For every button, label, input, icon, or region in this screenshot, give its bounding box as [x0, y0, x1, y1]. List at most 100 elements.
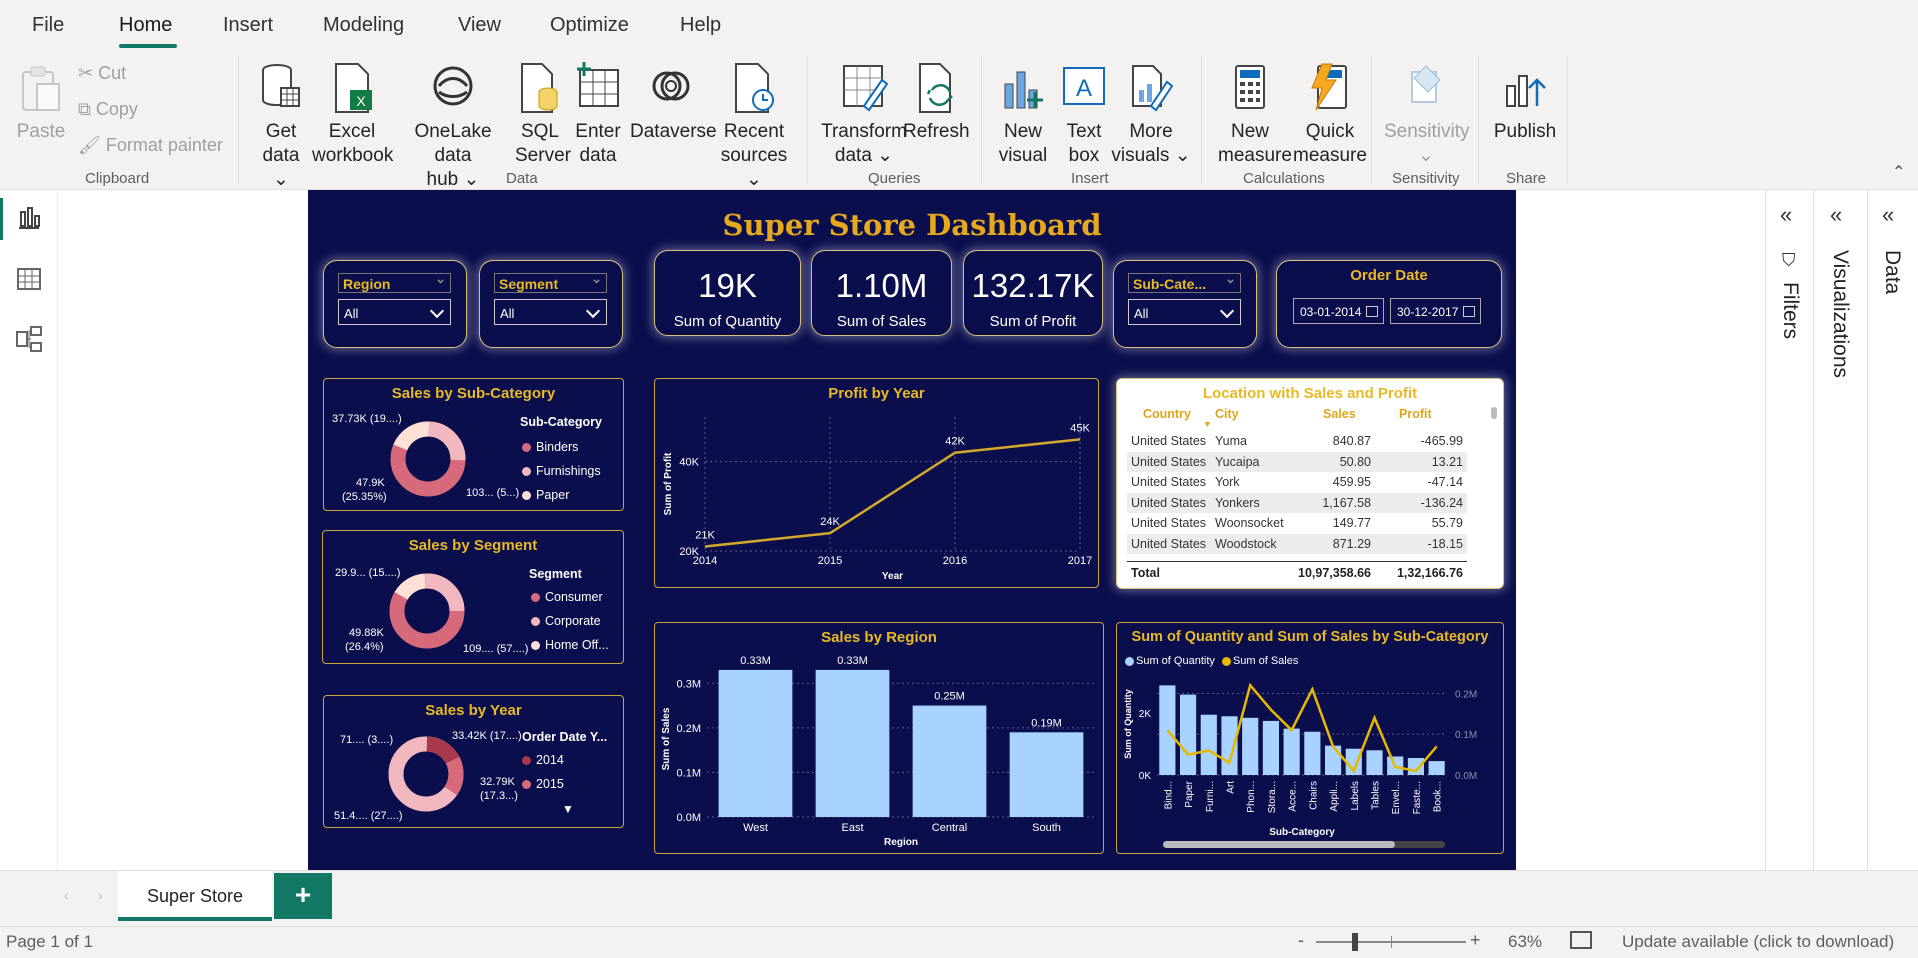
- zoom-in-button[interactable]: +: [1470, 930, 1481, 951]
- quick-measure-button[interactable]: Quick measure: [1285, 62, 1375, 168]
- legend-item[interactable]: Binders: [522, 435, 601, 459]
- paste-button[interactable]: Paste: [16, 64, 66, 144]
- legend-item[interactable]: Consumer: [531, 585, 609, 609]
- data-label: 0.19M: [1031, 717, 1062, 729]
- new-visual-button[interactable]: New visual: [992, 62, 1054, 168]
- onelake-data-hub-button[interactable]: OneLake data hub ⌄: [395, 62, 511, 192]
- excel-workbook-button[interactable]: X Excel workbook: [312, 62, 393, 168]
- column-header-profit[interactable]: Profit: [1399, 407, 1432, 421]
- zoom-out-button[interactable]: -: [1298, 930, 1304, 951]
- quantity-bar: [1304, 731, 1321, 775]
- report-view-button[interactable]: [0, 198, 44, 240]
- column-header-city[interactable]: City: [1215, 407, 1239, 421]
- table-cell: 840.87: [1332, 434, 1371, 448]
- data-pane-collapsed[interactable]: « Data: [1867, 190, 1918, 870]
- donut-data-label: (25.35%): [342, 491, 387, 503]
- profit-by-year-line-chart[interactable]: Profit by Year 20K 40K 2014 2015 2016 2017 21K…: [654, 378, 1099, 588]
- total-sales: 10,97,358.66: [1298, 566, 1371, 580]
- table-row[interactable]: United States Woodland 243.72 25.80: [1127, 554, 1467, 557]
- get-data-button[interactable]: Get data ⌄: [252, 62, 310, 192]
- column-header-sales[interactable]: Sales: [1323, 407, 1356, 421]
- end-date-input[interactable]: 30-12-2017: [1390, 298, 1481, 324]
- more-visuals-button[interactable]: More visuals ⌄: [1110, 62, 1192, 168]
- publish-button[interactable]: Publish: [1490, 62, 1560, 144]
- expand-filters-icon[interactable]: «: [1780, 202, 1792, 228]
- expand-data-icon[interactable]: «: [1882, 202, 1894, 228]
- sales-by-region-bar-chart[interactable]: Sales by Region 0.0M 0.1M 0.2M 0.3M 0.33M Wes…: [654, 622, 1104, 854]
- horizontal-scrollbar[interactable]: [1163, 841, 1445, 848]
- refresh-button[interactable]: Refresh: [903, 62, 970, 144]
- table-row[interactable]: United States Yuma 840.87 -465.99: [1127, 431, 1467, 451]
- sales-by-subcategory-donut[interactable]: Sales by Sub-Category 37.73K (19....) 47…: [323, 378, 624, 511]
- y-tick-label: 0K: [1139, 771, 1152, 782]
- legend-item[interactable]: 2014: [522, 748, 564, 772]
- table-row[interactable]: United States York 459.95 -47.14: [1127, 472, 1467, 492]
- zoom-slider-thumb[interactable]: [1352, 933, 1358, 951]
- x-tick-label: East: [841, 822, 863, 834]
- start-date-input[interactable]: 03-01-2014: [1293, 298, 1384, 324]
- sensitivity-button[interactable]: Sensitivity ⌄: [1384, 62, 1470, 168]
- legend-item[interactable]: 2015: [522, 772, 564, 796]
- paste-label: Paste: [16, 121, 66, 142]
- menu-modeling[interactable]: Modeling: [323, 14, 404, 37]
- filters-pane-collapsed[interactable]: « ⛉ Filters: [1765, 190, 1813, 870]
- database-icon: [262, 64, 300, 107]
- region-dropdown[interactable]: All: [338, 299, 451, 325]
- scroll-tabs-left-icon[interactable]: ‹: [64, 887, 69, 903]
- sales-by-segment-donut[interactable]: Sales by Segment 29.9... (15....) 49.88K…: [322, 530, 624, 664]
- menu-home[interactable]: Home: [119, 14, 172, 37]
- legend-item[interactable]: Furnishings: [522, 459, 601, 483]
- legend-item[interactable]: Corporate: [531, 609, 609, 633]
- page-tab-super-store[interactable]: Super Store: [118, 871, 272, 921]
- cut-button[interactable]: ✂ Cut: [78, 63, 126, 84]
- table-row[interactable]: United States Woonsocket 149.77 55.79: [1127, 513, 1467, 533]
- sensitivity-label: Sensitivity: [1384, 121, 1470, 142]
- table-row[interactable]: United States Woodstock 871.29 -18.15: [1127, 533, 1467, 554]
- copy-button[interactable]: ⧉ Copy: [78, 99, 138, 120]
- table-row[interactable]: United States Yucaipa 50.80 13.21: [1127, 451, 1467, 472]
- segment-dropdown[interactable]: All: [494, 299, 607, 325]
- subcategory-slicer: Sub-Cate... All: [1113, 260, 1257, 348]
- subcategory-dropdown[interactable]: All: [1128, 299, 1241, 325]
- add-page-button[interactable]: +: [274, 873, 332, 919]
- donut-data-label: 109.... (57....): [463, 643, 529, 655]
- table-view-button[interactable]: [14, 264, 44, 294]
- column-header-country[interactable]: Country: [1143, 407, 1191, 421]
- visualizations-pane-collapsed[interactable]: « Visualizations: [1813, 190, 1867, 870]
- legend-scroll-down-icon[interactable]: ▼: [562, 802, 574, 816]
- model-view-button[interactable]: [14, 324, 44, 354]
- collapse-ribbon-icon[interactable]: ⌃: [1892, 162, 1905, 182]
- table-scrollbar[interactable]: [1491, 407, 1497, 419]
- legend-item[interactable]: Paper: [522, 483, 601, 507]
- dataverse-button[interactable]: Dataverse: [630, 62, 717, 144]
- sql-server-button[interactable]: SQL Server: [515, 62, 571, 168]
- report-view-icon: [19, 207, 40, 229]
- recent-sources-button[interactable]: Recent sources ⌄: [713, 62, 795, 192]
- format-painter-button[interactable]: 🖌 Format painter: [78, 135, 223, 156]
- menu-optimize[interactable]: Optimize: [550, 14, 629, 37]
- enter-data-button[interactable]: Enter data: [573, 62, 623, 168]
- enter-data-label: Enter: [575, 121, 621, 142]
- new-measure-button[interactable]: New measure: [1218, 62, 1292, 168]
- menu-help[interactable]: Help: [680, 14, 721, 37]
- scroll-tabs-right-icon[interactable]: ›: [98, 887, 103, 903]
- expand-visualizations-icon[interactable]: «: [1830, 202, 1842, 228]
- table-cell: 55.79: [1431, 516, 1463, 530]
- table-row[interactable]: United States Yonkers 1,167.58 -136.24: [1127, 492, 1467, 513]
- scrollbar-thumb[interactable]: [1163, 841, 1395, 848]
- quantity-sales-by-subcategory-combo-chart[interactable]: Sum of Quantity and Sum of Sales by Sub-…: [1116, 622, 1504, 854]
- fit-to-page-icon[interactable]: [1570, 931, 1592, 949]
- location-sales-profit-table[interactable]: Location with Sales and Profit Country C…: [1116, 378, 1504, 589]
- ribbon: Paste ✂ Cut ⧉ Copy 🖌 Format painter Clip…: [0, 50, 1918, 190]
- legend-item[interactable]: Home Off...: [531, 633, 609, 657]
- menu-file[interactable]: File: [32, 14, 64, 37]
- text-box-button[interactable]: A Text box: [1058, 62, 1110, 168]
- x-tick-label: Tables: [1371, 781, 1382, 810]
- menu-insert[interactable]: Insert: [223, 14, 273, 37]
- quick-measure-icon: [1311, 63, 1347, 111]
- transform-data-button[interactable]: Transform data ⌄: [818, 62, 910, 168]
- quantity-bar: [1179, 694, 1197, 775]
- menu-view[interactable]: View: [458, 14, 501, 37]
- sales-by-year-donut[interactable]: Sales by Year 71.... (3....) 33.42K (17.…: [323, 695, 624, 828]
- update-available-link[interactable]: Update available (click to download): [1622, 932, 1894, 952]
